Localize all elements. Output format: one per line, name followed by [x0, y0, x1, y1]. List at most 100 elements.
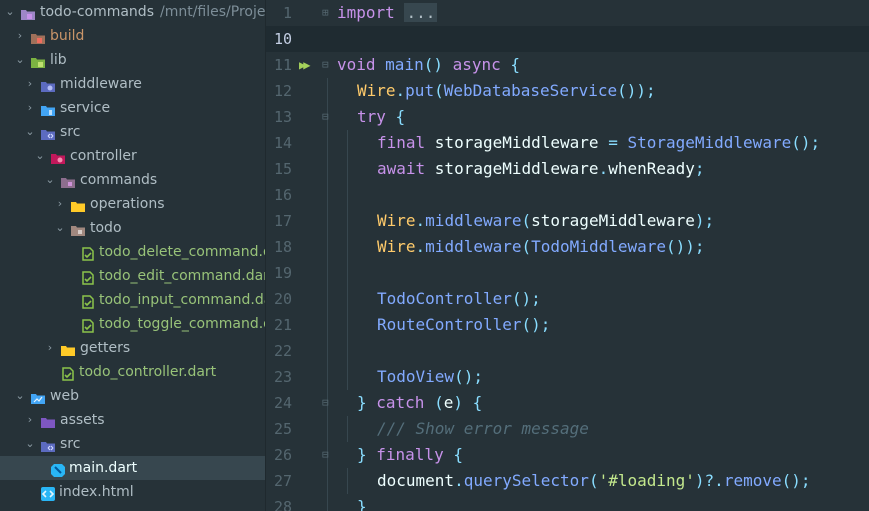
middleware-folder-icon: [41, 77, 55, 92]
chevron-down-icon[interactable]: ⌄: [54, 216, 66, 240]
code-line[interactable]: 27 document.querySelector('#loading')?.re…: [266, 468, 869, 494]
tree-item-controller[interactable]: ⌄ controller: [0, 144, 265, 168]
tree-item-src[interactable]: ⌄ src: [0, 120, 265, 144]
tree-item-index-html[interactable]: index.html: [0, 480, 265, 504]
line-number[interactable]: 12: [266, 78, 292, 104]
code-text: void main() async {: [337, 52, 520, 78]
chevron-down-icon[interactable]: ⌄: [4, 0, 16, 24]
code-token: }: [357, 393, 377, 412]
line-number[interactable]: 11: [266, 52, 292, 78]
code-line[interactable]: 14 final storageMiddleware = StorageMiddl…: [266, 130, 869, 156]
line-number[interactable]: 13: [266, 104, 292, 130]
line-number[interactable]: 22: [266, 338, 292, 364]
tree-item-file[interactable]: todo_input_command.da: [0, 288, 265, 312]
fold-toggle-icon[interactable]: ⊟: [322, 52, 334, 78]
code-line[interactable]: 25 /// Show error message: [266, 416, 869, 442]
code-line[interactable]: 15 await storageMiddleware.whenReady;: [266, 156, 869, 182]
line-number[interactable]: 26: [266, 442, 292, 468]
fold-toggle-icon[interactable]: ⊟: [322, 104, 334, 130]
code-token: final: [377, 133, 435, 152]
tree-item-getters[interactable]: › getters: [0, 336, 265, 360]
code-token: TodoMiddleware: [531, 237, 666, 256]
line-number[interactable]: 20: [266, 286, 292, 312]
tree-item-label: assets: [60, 412, 105, 428]
tree-item-middleware[interactable]: › middleware: [0, 72, 265, 96]
chevron-down-icon[interactable]: ⌄: [14, 48, 26, 72]
tree-item-assets[interactable]: › assets: [0, 408, 265, 432]
code-line[interactable]: 10: [266, 26, 869, 52]
code-line[interactable]: 17 Wire.middleware(storageMiddleware);: [266, 208, 869, 234]
tree-item-todo[interactable]: ⌄ todo: [0, 216, 265, 240]
chevron-right-icon[interactable]: ›: [24, 72, 36, 96]
fold-toggle-icon[interactable]: ⊞: [322, 0, 334, 26]
tree-item-operations[interactable]: › operations: [0, 192, 265, 216]
line-number[interactable]: 24: [266, 390, 292, 416]
line-number[interactable]: 25: [266, 416, 292, 442]
run-arrows-icon[interactable]: ▶▶: [299, 52, 311, 78]
folded-imports-placeholder[interactable]: ...: [404, 3, 438, 22]
line-number[interactable]: 14: [266, 130, 292, 156]
tree-item-file[interactable]: todo_controller.dart: [0, 360, 265, 384]
line-number[interactable]: 21: [266, 312, 292, 338]
line-number[interactable]: 17: [266, 208, 292, 234]
line-number[interactable]: 23: [266, 364, 292, 390]
line-number[interactable]: 15: [266, 156, 292, 182]
tree-item-label: controller: [70, 148, 137, 164]
tree-item-build[interactable]: › build: [0, 24, 265, 48]
code-line[interactable]: 20 TodoController();: [266, 286, 869, 312]
code-line[interactable]: 24 ⊟} catch (e) {: [266, 390, 869, 416]
line-number[interactable]: 18: [266, 234, 292, 260]
code-line[interactable]: 18 Wire.middleware(TodoMiddleware());: [266, 234, 869, 260]
tree-item-file[interactable]: todo_edit_command.dart: [0, 264, 265, 288]
tree-root-project[interactable]: ⌄ todo-commands/mnt/files/Projec: [0, 0, 265, 24]
chevron-right-icon[interactable]: ›: [14, 24, 26, 48]
chevron-down-icon[interactable]: ⌄: [34, 144, 46, 168]
line-number[interactable]: 16: [266, 182, 292, 208]
chevron-down-icon[interactable]: ⌄: [14, 384, 26, 408]
code-token: .: [395, 81, 406, 100]
line-number[interactable]: 27: [266, 468, 292, 494]
code-token: ();: [791, 133, 821, 152]
tree-item-src[interactable]: ⌄ src: [0, 432, 265, 456]
code-text: Wire.put(WebDatabaseService());: [357, 78, 656, 104]
chevron-down-icon[interactable]: ⌄: [44, 168, 56, 192]
chevron-right-icon[interactable]: ›: [54, 192, 66, 216]
chevron-down-icon[interactable]: ⌄: [24, 120, 36, 144]
code-token: '#loading': [598, 471, 695, 490]
chevron-down-icon[interactable]: ⌄: [24, 432, 36, 456]
code-line[interactable]: 1 ⊞ import ...: [266, 0, 869, 26]
code-line[interactable]: 21 RouteController();: [266, 312, 869, 338]
code-token: remove: [723, 471, 782, 490]
code-line[interactable]: 16: [266, 182, 869, 208]
code-line[interactable]: 22: [266, 338, 869, 364]
tree-item-service[interactable]: › service: [0, 96, 265, 120]
code-line[interactable]: 12 Wire.put(WebDatabaseService());: [266, 78, 869, 104]
line-number[interactable]: 10: [266, 26, 292, 52]
chevron-right-icon[interactable]: ›: [44, 336, 56, 360]
code-line[interactable]: 19: [266, 260, 869, 286]
fold-toggle-icon[interactable]: ⊟: [322, 442, 334, 468]
tree-item-commands[interactable]: ⌄ commands: [0, 168, 265, 192]
project-tree[interactable]: ⌄ todo-commands/mnt/files/Projec › build…: [0, 0, 266, 511]
code-token: );: [694, 211, 715, 230]
tree-item-file[interactable]: todo_toggle_command.d: [0, 312, 265, 336]
line-number[interactable]: 1: [266, 0, 292, 26]
code-line[interactable]: 13 ⊟ try {: [266, 104, 869, 130]
code-line[interactable]: 28}: [266, 494, 869, 511]
chevron-right-icon[interactable]: ›: [24, 96, 36, 120]
chevron-right-icon[interactable]: ›: [24, 408, 36, 432]
line-number[interactable]: 19: [266, 260, 292, 286]
tree-item-main-dart[interactable]: main.dart: [0, 456, 265, 480]
code-editor[interactable]: 1 ⊞ import ... 10 11 ▶▶ ⊟ void main() async {12…: [266, 0, 869, 511]
tree-item-label: todo_delete_command.da: [99, 244, 265, 260]
fold-toggle-icon[interactable]: ⊟: [322, 390, 334, 416]
tree-item-file[interactable]: todo_delete_command.da: [0, 240, 265, 264]
code-token: storageMiddleware: [531, 211, 695, 230]
code-line[interactable]: 23 TodoView();: [266, 364, 869, 390]
code-line[interactable]: 26 ⊟} finally {: [266, 442, 869, 468]
line-number[interactable]: 28: [266, 494, 292, 511]
code-line[interactable]: 11 ▶▶ ⊟ void main() async {: [266, 52, 869, 78]
code-text: await storageMiddleware.whenReady;: [377, 156, 705, 182]
tree-item-web[interactable]: ⌄ web: [0, 384, 265, 408]
tree-item-lib[interactable]: ⌄ lib: [0, 48, 265, 72]
